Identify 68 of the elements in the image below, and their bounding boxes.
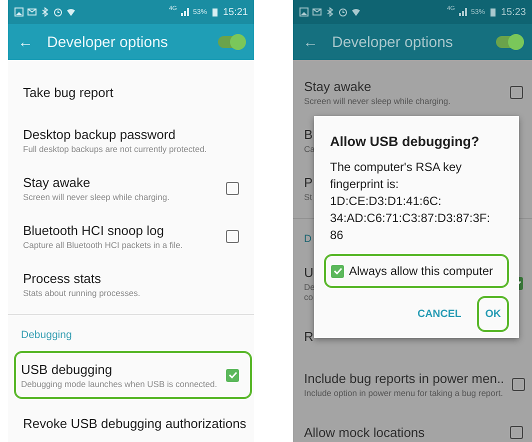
- setting-description: Ca: [304, 144, 314, 154]
- clock-time: 15:23: [500, 6, 526, 18]
- battery-icon: [488, 7, 498, 17]
- back-button[interactable]: ←: [18, 34, 33, 50]
- highlighted-setting-row[interactable]: USB debugging Debugging mode launches when USB is connected.: [14, 351, 252, 399]
- envelope-icon: [312, 7, 322, 17]
- setting-title: Desktop backup password: [23, 126, 176, 142]
- envelope-icon: [27, 7, 37, 17]
- setting-title: Stay awake: [23, 174, 90, 190]
- setting-title: Stay awake: [304, 78, 372, 94]
- screen-title: Developer options: [332, 34, 454, 50]
- setting-title: U: [304, 265, 314, 280]
- setting-description: Screen will never sleep while charging.: [23, 192, 170, 202]
- always-allow-option[interactable]: Always allow this computer: [324, 254, 509, 288]
- checkbox[interactable]: [510, 86, 523, 98]
- setting-row[interactable]: Stay awake Screen will never sleep while charging.: [10, 164, 252, 212]
- alarm-icon: [53, 7, 63, 17]
- signal-icon: [458, 7, 468, 17]
- setting-title: Take bug report: [23, 84, 114, 100]
- setting-title: B: [304, 126, 313, 142]
- screen-title: Developer options: [47, 34, 169, 50]
- setting-row[interactable]: Take bug report: [10, 68, 252, 116]
- master-toggle[interactable]: [218, 36, 244, 48]
- setting-description: Stats about running processes.: [23, 288, 140, 298]
- setting-description: Screen will never sleep while charging.: [304, 96, 450, 106]
- setting-description: De co: [304, 282, 314, 302]
- checkbox[interactable]: [226, 230, 239, 242]
- option-label: Always allow this computer: [349, 264, 494, 278]
- setting-row[interactable]: Stay awake Screen will never sleep while charging.: [295, 68, 530, 116]
- wifi-icon: [351, 7, 361, 17]
- setting-title: Include bug reports in power men..: [304, 370, 504, 386]
- wifi-icon: [66, 7, 76, 17]
- setting-description: Include option in power menu for taking a bug report.: [304, 388, 503, 398]
- master-toggle[interactable]: [496, 36, 522, 48]
- setting-row[interactable]: Process stats Stats about running processes.: [10, 260, 252, 308]
- dialog-title: Allow USB debugging?: [330, 134, 480, 149]
- back-button[interactable]: ←: [303, 34, 318, 50]
- battery-icon: [210, 7, 220, 17]
- setting-description: Capture all Bluetooth HCI packets in a file.: [23, 240, 183, 250]
- checkbox[interactable]: [510, 426, 523, 438]
- setting-title: Allow mock locations: [304, 424, 425, 440]
- signal-icon: [180, 7, 190, 17]
- dialog-button[interactable]: CANCEL: [410, 296, 470, 332]
- setting-row[interactable]: Revoke USB debugging authorizations: [10, 399, 252, 442]
- checkbox[interactable]: [226, 368, 239, 382]
- dialog-button[interactable]: OK: [477, 296, 509, 332]
- bluetooth-icon: [40, 7, 50, 17]
- setting-title: Process stats: [23, 270, 102, 286]
- setting-description: Debugging mode launches when USB is connected.: [21, 378, 218, 388]
- checkbox[interactable]: [331, 264, 344, 278]
- setting-title: USB debugging: [21, 362, 112, 376]
- setting-title: Revoke USB debugging authorizations: [23, 416, 246, 430]
- image-icon: [299, 7, 309, 17]
- image-icon: [14, 7, 24, 17]
- setting-row[interactable]: Allow mock locations: [295, 408, 530, 442]
- checkbox[interactable]: [226, 182, 239, 194]
- setting-row[interactable]: Include bug reports in power men.. Include option in power menu for taking a bug report.: [295, 360, 530, 408]
- setting-row[interactable]: Desktop backup password Full desktop backups are not currently protected.: [10, 116, 252, 164]
- bluetooth-icon: [325, 7, 335, 17]
- section-header: Debugging: [8, 314, 254, 351]
- setting-title: P: [304, 174, 313, 190]
- setting-title: Bluetooth HCI snoop log: [23, 222, 164, 238]
- setting-row[interactable]: Bluetooth HCI snoop log Capture all Bluetooth HCI packets in a file.: [10, 212, 252, 260]
- setting-description: Full desktop backups are not currently protected.: [23, 144, 207, 154]
- alarm-icon: [338, 7, 348, 17]
- setting-description: St: [304, 192, 314, 202]
- checkbox[interactable]: [512, 378, 526, 390]
- clock-time: 15:21: [222, 6, 248, 18]
